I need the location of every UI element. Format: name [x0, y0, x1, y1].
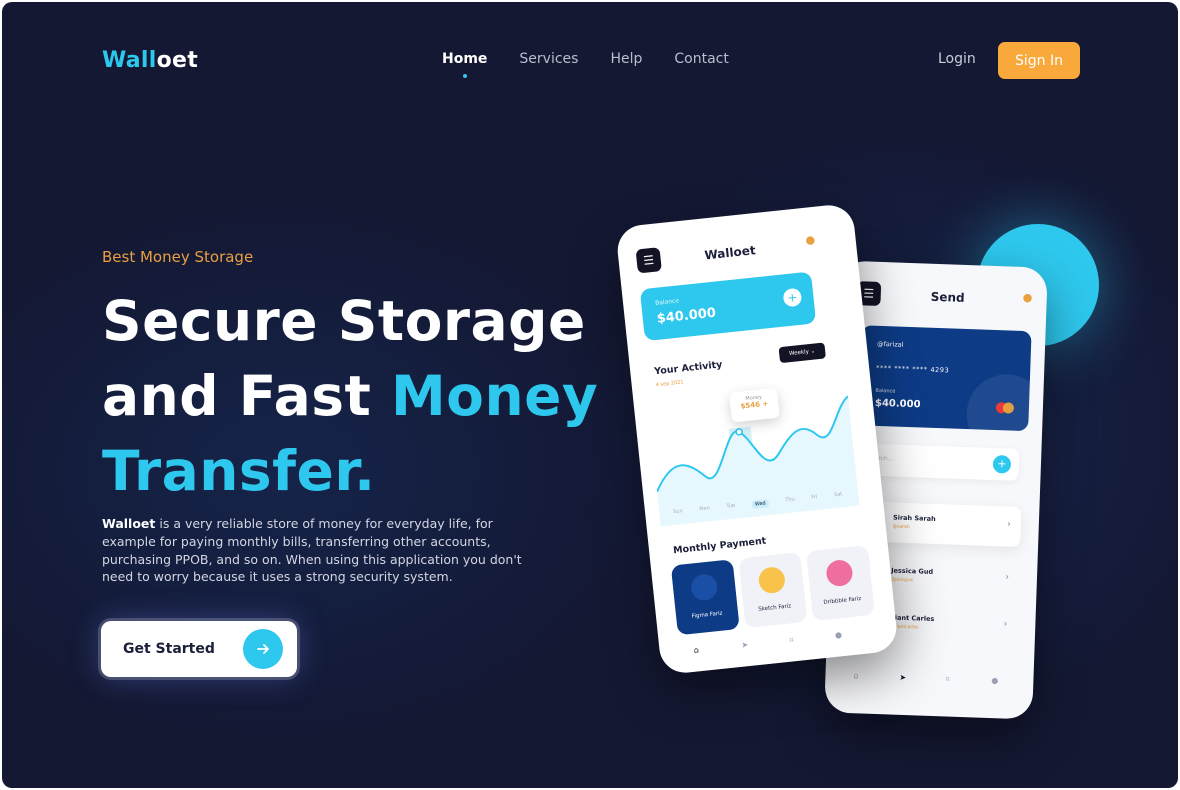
card-balance: $40.000 [874, 397, 921, 411]
landing-page: Walloet Home Services Help Contact Login… [2, 2, 1178, 788]
sign-in-button[interactable]: Sign In [998, 42, 1080, 79]
data-point[interactable] [735, 428, 743, 436]
app-title: Walloet [703, 243, 757, 263]
plus-icon[interactable]: + [992, 454, 1012, 474]
hero-eyebrow: Best Money Storage [102, 248, 254, 266]
send-icon[interactable]: ➤ [899, 673, 906, 682]
dribbble-icon [825, 558, 854, 588]
hero-description: Walloet is a very reliable store of mone… [102, 516, 522, 585]
payment-card-dribbble[interactable]: Dribbble Fariz [806, 545, 876, 622]
phone-home-screen: ☰ Walloet ● Balance $40.000 + Your Activ… [615, 202, 899, 676]
scan-icon[interactable]: ⌗ [789, 635, 795, 645]
bank-card[interactable]: @farizal **** **** **** 4293 Balance $40… [858, 325, 1032, 432]
payment-card-figma[interactable]: Figma Fariz [670, 559, 740, 636]
bell-icon[interactable]: ● [1023, 291, 1033, 304]
nav-help[interactable]: Help [610, 51, 642, 67]
activity-title: Your Activity [653, 359, 723, 378]
chevron-right-icon: › [1003, 619, 1008, 630]
profile-icon[interactable]: ● [834, 630, 842, 640]
card-number: **** **** **** 4293 [876, 363, 950, 375]
home-icon[interactable]: ⌂ [853, 671, 858, 680]
scan-icon[interactable]: ⌗ [945, 674, 950, 684]
chevron-right-icon: › [1007, 519, 1012, 530]
logo[interactable]: Walloet [102, 48, 198, 73]
card-balance-label: Balance [875, 387, 896, 395]
figma-icon [689, 573, 719, 602]
monthly-payment-title: Monthly Payment [672, 535, 767, 557]
main-nav: Home Services Help Contact [442, 51, 761, 78]
get-started-button[interactable]: Get Started [101, 621, 297, 677]
nav-contact[interactable]: Contact [674, 51, 728, 67]
send-title: Send [930, 289, 965, 305]
bell-icon[interactable]: ● [805, 233, 816, 247]
menu-icon[interactable]: ☰ [635, 247, 662, 274]
plus-icon[interactable]: + [782, 287, 803, 308]
period-dropdown[interactable]: Weekly ⌄ [778, 342, 826, 364]
payment-card-sketch[interactable]: Sketch Fariz [738, 552, 808, 629]
hero-headline: Secure Storage and Fast Money Transfer. [102, 289, 599, 503]
home-icon[interactable]: ⌂ [693, 645, 699, 654]
login-link[interactable]: Login [938, 51, 976, 67]
arrow-right-icon [243, 629, 283, 669]
card-user: @farizal [876, 339, 904, 349]
chevron-right-icon: › [1005, 572, 1010, 583]
active-indicator [462, 74, 467, 78]
send-icon[interactable]: ➤ [741, 640, 749, 650]
nav-home[interactable]: Home [442, 51, 487, 78]
chart-tooltip: Money $546 + [729, 387, 780, 423]
sketch-icon [757, 565, 787, 595]
activity-date: 4 sep 2021 [655, 379, 684, 389]
balance-card[interactable]: Balance $40.000 + [639, 271, 817, 342]
search-input[interactable]: Search... + [856, 443, 1020, 481]
profile-icon[interactable]: ● [991, 676, 998, 685]
nav-services[interactable]: Services [519, 51, 578, 67]
